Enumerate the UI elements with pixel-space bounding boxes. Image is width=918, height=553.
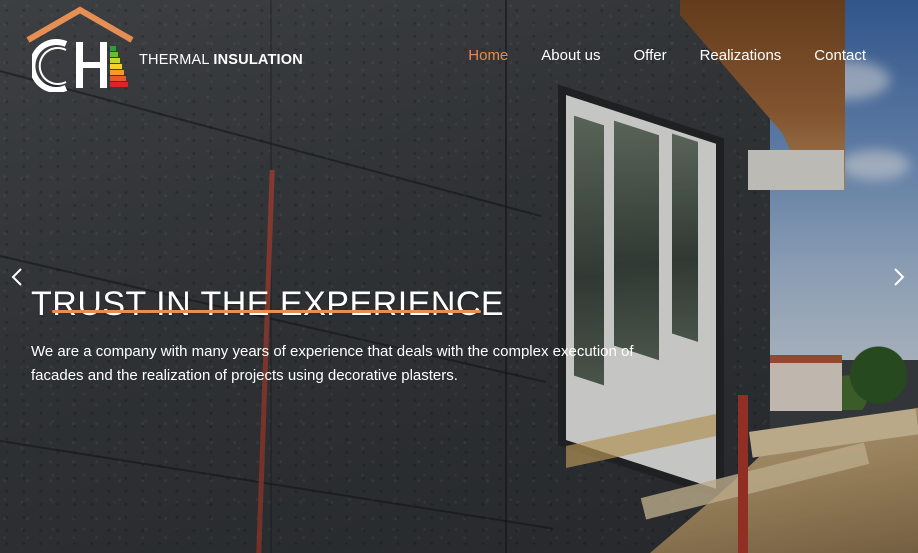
logo-monogram-icon [32, 39, 128, 92]
hero-slider: THERMAL INSULATION Home About us Offer R… [0, 0, 918, 553]
hero-description: We are a company with many years of expe… [31, 343, 634, 384]
chevron-left-icon[interactable] [8, 266, 26, 288]
brand-name-bold: INSULATION [213, 52, 303, 68]
brand-name-light: THERMAL [139, 52, 210, 68]
nav-item-contact[interactable]: Contact [814, 47, 866, 64]
title-underline [52, 310, 481, 313]
chevron-right-icon[interactable] [890, 266, 908, 288]
nav-item-about-us[interactable]: About us [541, 47, 600, 64]
company-logo[interactable]: THERMAL INSULATION [22, 6, 307, 94]
main-nav: Home About us Offer Realizations Contact [435, 47, 866, 64]
brand-name: THERMAL INSULATION [139, 52, 303, 68]
nav-item-home[interactable]: Home [468, 47, 508, 64]
nav-item-offer[interactable]: Offer [634, 47, 667, 64]
nav-item-realizations[interactable]: Realizations [700, 47, 782, 64]
hero-title: TRUST IN THE EXPERIENCE [31, 284, 505, 323]
